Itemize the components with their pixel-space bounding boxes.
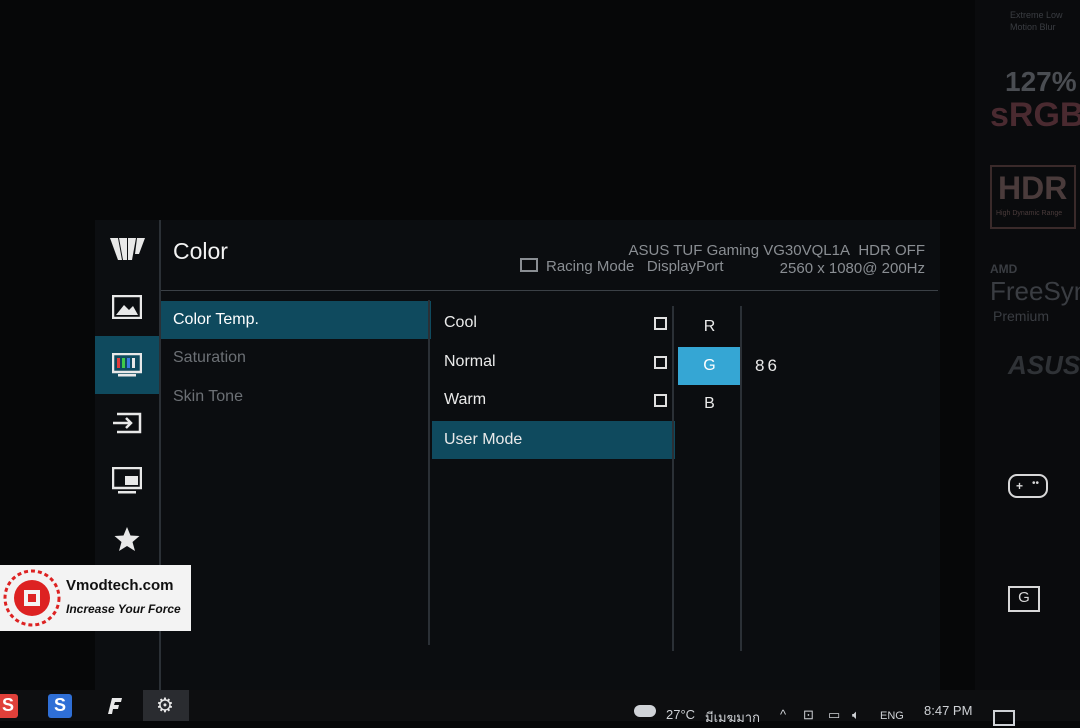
checkbox-icon[interactable] bbox=[654, 394, 667, 407]
hdr-badge-label: HDR bbox=[998, 170, 1068, 206]
weather-desc: มีเมฆมาก bbox=[705, 710, 760, 725]
amd-label: AMD bbox=[990, 262, 1018, 276]
option-user-mode[interactable]: User Mode bbox=[432, 421, 675, 459]
channel-g[interactable]: G bbox=[678, 347, 741, 385]
freesync-label: FreeSync bbox=[990, 276, 1080, 306]
option-normal[interactable]: Normal bbox=[432, 343, 675, 381]
gamevisual-key[interactable]: G bbox=[1008, 586, 1040, 612]
tray-chevron-icon[interactable]: ^ bbox=[780, 707, 786, 722]
menu-item-skin-tone[interactable]: Skin Tone bbox=[161, 378, 431, 416]
elmb-line2: Motion Blur bbox=[1010, 22, 1056, 32]
menu-item-saturation[interactable]: Saturation bbox=[161, 339, 431, 377]
vmodtech-logo-icon bbox=[3, 569, 61, 627]
weather-icon bbox=[634, 705, 656, 717]
menu-item-color-temp[interactable]: Color Temp. bbox=[161, 301, 431, 339]
watermark-slogan: Increase Your Force bbox=[66, 602, 181, 616]
language-indicator[interactable]: ENG bbox=[880, 710, 904, 722]
watermark-site: Vmodtech.com bbox=[66, 577, 174, 594]
menu-divider bbox=[428, 300, 430, 645]
settings-taskbar-button[interactable]: ⚙ bbox=[143, 690, 189, 721]
image-icon[interactable] bbox=[95, 278, 159, 336]
notification-icon[interactable] bbox=[993, 710, 1015, 726]
submenu-divider bbox=[672, 306, 674, 651]
color-icon[interactable] bbox=[95, 336, 159, 394]
resolution: 2560 x 1080@ 200Hz bbox=[779, 260, 925, 277]
header-divider bbox=[161, 290, 938, 291]
hdr-status: HDR OFF bbox=[858, 242, 925, 259]
elmb-line1: Extreme Low bbox=[1010, 10, 1063, 20]
input-icon[interactable] bbox=[95, 394, 159, 452]
gamepad-icon[interactable]: + •• bbox=[1008, 474, 1048, 498]
g-value: 86 bbox=[755, 356, 780, 375]
option-warm-label: Warm bbox=[444, 391, 487, 408]
option-warm[interactable]: Warm bbox=[432, 381, 675, 419]
input-source: DisplayPort bbox=[646, 258, 724, 275]
premium-label: Premium bbox=[993, 308, 1050, 324]
app-s-blue-icon[interactable]: S bbox=[48, 694, 72, 718]
weather-temp: 27°C bbox=[666, 707, 696, 722]
favorite-icon[interactable] bbox=[95, 510, 159, 568]
channel-r[interactable]: R bbox=[678, 308, 741, 346]
monitor-icon bbox=[520, 258, 538, 272]
asus-logo: ASUS bbox=[1008, 350, 1080, 380]
app-s-red-icon[interactable]: S bbox=[0, 694, 18, 718]
option-normal-label: Normal bbox=[444, 353, 496, 370]
monitor-model: ASUS TUF Gaming VG30VQL1A HDR OFF bbox=[628, 242, 926, 259]
srgb-label: sRGB bbox=[990, 96, 1080, 134]
hdr-badge-sub: High Dynamic Range bbox=[996, 210, 1063, 217]
app-flash-icon[interactable] bbox=[102, 694, 126, 718]
mode-line: Racing Mode DisplayPort bbox=[520, 258, 735, 275]
gear-icon: ⚙ bbox=[156, 695, 174, 717]
checkbox-icon[interactable] bbox=[654, 356, 667, 369]
channel-divider bbox=[740, 306, 742, 651]
option-cool-label: Cool bbox=[444, 314, 477, 331]
pip-icon[interactable] bbox=[95, 452, 159, 510]
srgb-percent: 127% bbox=[1005, 66, 1077, 97]
clock-time[interactable]: 8:47 PM bbox=[924, 703, 972, 718]
channel-b[interactable]: B bbox=[678, 385, 741, 423]
page-title: Color bbox=[173, 238, 228, 264]
preset-mode: Racing Mode bbox=[546, 258, 635, 275]
option-cool[interactable]: Cool bbox=[432, 304, 675, 342]
checkbox-icon[interactable] bbox=[654, 317, 667, 330]
tuf-logo-icon bbox=[95, 220, 159, 278]
